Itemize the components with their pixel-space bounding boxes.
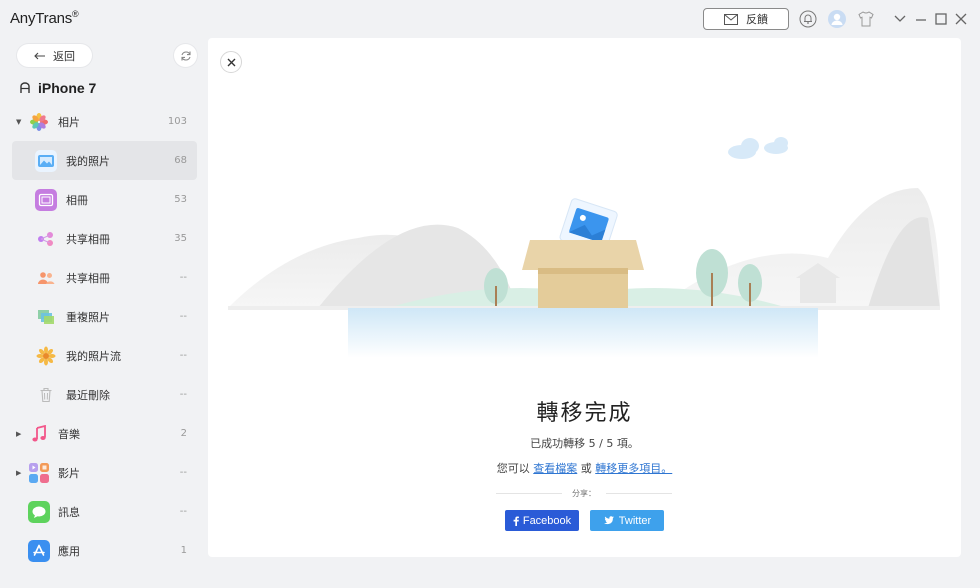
close-window-icon[interactable]: [952, 10, 970, 28]
people-icon: [35, 267, 57, 289]
sidebar-item-shared-albums[interactable]: 共享相冊 35: [12, 219, 197, 258]
twitter-share-button[interactable]: Twitter: [590, 510, 664, 531]
facebook-share-button[interactable]: Facebook: [505, 510, 579, 531]
video-icon: [28, 462, 50, 484]
messages-icon: [28, 500, 50, 523]
sidebar-item-photos[interactable]: ▼ 相片 103: [12, 102, 197, 141]
album-icon: [35, 188, 57, 211]
avatar-icon[interactable]: [828, 10, 846, 28]
title-bar: AnyTrans® 反饋: [0, 0, 980, 38]
view-files-link[interactable]: 查看檔案: [533, 462, 577, 475]
app-title: AnyTrans®: [10, 9, 79, 27]
sidebar-nav: ▼ 相片 103 我的照片 68 相冊 53 共享相冊 35 共享相冊 -- 重…: [12, 102, 197, 570]
sidebar-item-messages[interactable]: 訊息 --: [12, 492, 197, 531]
sidebar-item-music[interactable]: ▶ 音樂 2: [12, 414, 197, 453]
transfer-complete-title: 轉移完成: [536, 401, 633, 426]
device-name: iPhone 7: [19, 80, 96, 96]
cloud-icon: [728, 137, 788, 159]
sidebar-item-photo-stream[interactable]: 我的照片流 --: [12, 336, 197, 375]
trash-icon: [35, 384, 57, 406]
back-button[interactable]: 返回: [17, 44, 92, 67]
sidebar-item-albums[interactable]: 相冊 53: [12, 180, 197, 219]
minimize-icon[interactable]: [912, 10, 930, 28]
maximize-icon[interactable]: [932, 10, 950, 28]
chevron-down-icon[interactable]: [891, 10, 909, 28]
tshirt-icon[interactable]: [857, 10, 875, 28]
sidebar-item-shared-people[interactable]: 共享相冊 --: [12, 258, 197, 297]
my-photos-icon: [35, 149, 57, 172]
music-icon: [28, 423, 50, 445]
sidebar-item-my-photos[interactable]: 我的照片 68: [12, 141, 197, 180]
sidebar-item-recently-deleted[interactable]: 最近刪除 --: [12, 375, 197, 414]
shared-album-icon: [35, 228, 57, 250]
transfer-more-link[interactable]: 轉移更多項目。: [595, 462, 672, 475]
arrow-left-icon: [34, 52, 45, 59]
sidebar: 返回 iPhone 7 ▼ 相片 103 我的照片 68 相冊 53 共享相冊 …: [0, 38, 207, 588]
photos-icon: [28, 111, 50, 133]
refresh-icon: [180, 50, 191, 61]
refresh-button[interactable]: [174, 44, 197, 67]
app-store-icon: [28, 539, 50, 562]
facebook-icon: [513, 516, 519, 526]
sidebar-item-duplicate-photos[interactable]: 重複照片 --: [12, 297, 197, 336]
box-icon: [522, 240, 644, 308]
caret-right-icon[interactable]: ▶: [16, 430, 24, 438]
transfer-summary: 已成功轉移 5 / 5 項。: [530, 437, 639, 450]
back-label: 返回: [53, 49, 75, 63]
close-icon: [227, 58, 235, 66]
sidebar-item-videos[interactable]: ▶ 影片 --: [12, 453, 197, 492]
transfer-complete-panel: 轉移完成 已成功轉移 5 / 5 項。 您可以 查看檔案 或 轉移更多項目。 分…: [208, 38, 961, 557]
caret-down-icon[interactable]: ▼: [16, 118, 24, 126]
device-icon: [20, 82, 30, 93]
sidebar-item-apps[interactable]: 應用 1: [12, 531, 197, 570]
feedback-label: 反饋: [746, 13, 768, 26]
duplicate-photos-icon: [35, 306, 57, 328]
twitter-icon: [603, 516, 614, 525]
mail-icon: [724, 13, 738, 25]
bell-icon[interactable]: [799, 10, 817, 28]
transfer-complete-illustration: [228, 137, 940, 358]
share-divider: 分享：: [496, 486, 672, 500]
share-label: 分享：: [572, 488, 596, 498]
feedback-button[interactable]: 反饋: [703, 8, 789, 30]
photo-stream-icon: [35, 345, 57, 367]
next-actions: 您可以 查看檔案 或 轉移更多項目。: [496, 462, 673, 475]
caret-right-icon[interactable]: ▶: [16, 469, 24, 477]
close-button[interactable]: [220, 51, 242, 73]
